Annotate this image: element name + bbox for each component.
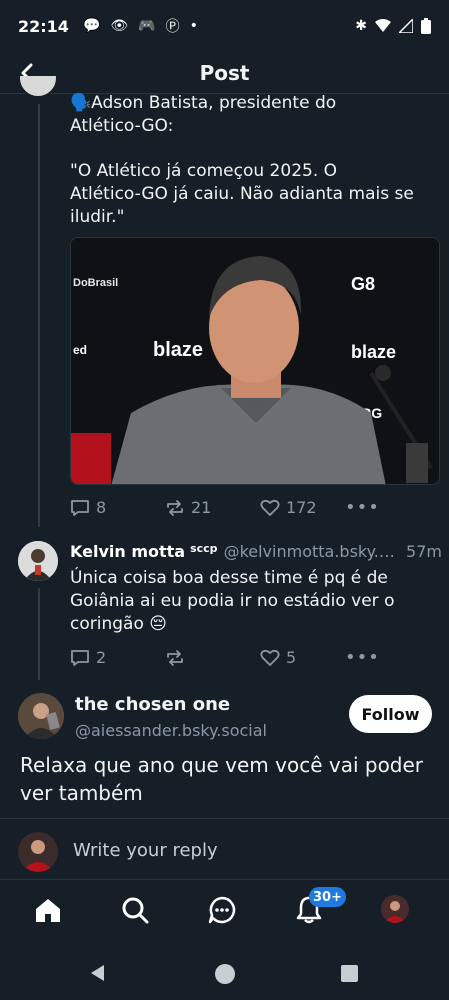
like-button[interactable]: 172 xyxy=(260,498,355,517)
main-post-author-name[interactable]: the chosen one xyxy=(75,694,230,715)
parent-post-quote: "O Atlético já começou 2025. O Atlético-… xyxy=(70,160,440,229)
repost-button[interactable]: 21 xyxy=(165,498,260,517)
tab-profile[interactable] xyxy=(381,895,409,923)
wifi-icon xyxy=(375,19,391,32)
post-line: "O Atlético já começou 2025. O xyxy=(70,161,338,181)
nav-back-button[interactable] xyxy=(88,963,110,985)
sponsor-text: blaze xyxy=(153,339,203,361)
reply-author-name[interactable]: Kelvin motta xyxy=(70,542,185,561)
comment-icon xyxy=(71,499,89,516)
home-icon xyxy=(36,899,60,922)
follow-button[interactable]: Follow xyxy=(349,695,432,733)
status-bar: 22:14 💬 👁 🎮 Ⓟ • ✱ xyxy=(0,0,449,52)
like-count: 5 xyxy=(286,648,297,667)
like-button[interactable]: 5 xyxy=(260,648,355,667)
triangle-back-icon xyxy=(91,965,104,981)
main-post-text: Relaxa que ano que vem você vai poder ve… xyxy=(20,751,435,807)
post-image[interactable]: DoBrasil G8 blaze blaze ed BRG xyxy=(70,237,440,485)
eye-notif-icon: 👁 xyxy=(110,18,129,34)
main-post-author-handle[interactable]: @aiessander.bsky.social xyxy=(75,721,267,740)
repost-button[interactable] xyxy=(165,649,260,667)
heart-icon xyxy=(260,499,280,516)
post-line: ver também xyxy=(20,781,143,805)
heart-icon xyxy=(260,649,280,666)
parent-post-actions: 8 21 172 ••• xyxy=(70,497,440,518)
post-line: Atlético-GO: xyxy=(70,116,174,136)
sponsor-text: G8 xyxy=(351,274,375,294)
thread-line xyxy=(38,104,40,527)
post-line: Única coisa boa desse time é pq é de xyxy=(70,568,388,588)
search-icon xyxy=(122,897,149,924)
tab-chat[interactable] xyxy=(206,894,238,926)
reply-count: 2 xyxy=(96,648,107,667)
reply-text: Única coisa boa desse time é pq é de Goi… xyxy=(70,567,440,636)
battery-icon xyxy=(421,18,431,34)
sponsor-text: DoBrasil xyxy=(73,277,118,289)
reply-author-badge: sccp xyxy=(190,542,218,555)
more-button[interactable]: ••• xyxy=(345,647,385,668)
post-line: Relaxa que ano que vem você vai poder xyxy=(20,753,424,777)
dot-icon: • xyxy=(189,18,198,34)
chat-notif-icon: 💬 xyxy=(82,18,101,34)
notification-icons: 💬 👁 🎮 Ⓟ • xyxy=(83,16,198,36)
notifications-badge: 30+ xyxy=(309,887,346,907)
reply-actions: 2 5 ••• xyxy=(70,647,440,668)
post-line: Goiânia ai eu podia ir no estádio ver o xyxy=(70,591,395,611)
reply-input[interactable]: Write your reply xyxy=(73,840,218,861)
repost-count: 21 xyxy=(191,498,212,517)
sponsor-text: ed xyxy=(73,343,87,357)
nav-recents-button[interactable] xyxy=(341,965,358,982)
post-line: iludir." xyxy=(70,207,125,227)
like-count: 172 xyxy=(286,498,317,517)
system-nav-bar xyxy=(0,945,449,1000)
reply-avatar[interactable] xyxy=(18,541,58,581)
signal-icon xyxy=(399,19,413,33)
reply-author-handle[interactable]: @kelvinmotta.bsky.s... xyxy=(224,542,400,561)
post-line: coringão 😔 xyxy=(70,614,167,634)
composer-avatar xyxy=(18,832,58,872)
reply-header: Kelvin motta sccp @kelvinmotta.bsky.s...… xyxy=(70,542,442,561)
nav-home-button[interactable] xyxy=(215,964,235,984)
playstation-notif-icon: 🎮 xyxy=(138,18,156,34)
reply-count: 8 xyxy=(96,498,107,517)
status-time: 22:14 xyxy=(18,16,69,36)
more-icon: ••• xyxy=(345,497,380,518)
page-title: Post xyxy=(199,60,250,85)
post-line: 🗣️Adson Batista, presidente do xyxy=(70,93,337,113)
bluetooth-icon: ✱ xyxy=(355,18,367,34)
reply-button[interactable]: 2 xyxy=(70,648,165,667)
more-icon: ••• xyxy=(345,647,380,668)
thread-line xyxy=(38,588,40,680)
tab-search[interactable] xyxy=(119,894,151,926)
reply-timestamp: 57m xyxy=(406,542,442,561)
pinterest-notif-icon: Ⓟ xyxy=(165,19,180,35)
repost-icon xyxy=(167,649,183,666)
post-header: Post xyxy=(0,52,449,94)
press-conference-image: DoBrasil G8 blaze blaze ed BRG xyxy=(71,238,439,484)
parent-avatar[interactable] xyxy=(18,76,58,104)
post-line: Atlético-GO já caiu. Não adianta mais se xyxy=(70,184,414,204)
sponsor-text: blaze xyxy=(351,342,396,362)
chat-icon xyxy=(208,896,236,924)
parent-post-text: 🗣️Adson Batista, presidente do Atlético-… xyxy=(70,92,440,138)
tab-home[interactable] xyxy=(32,894,64,926)
more-button[interactable]: ••• xyxy=(345,497,385,518)
repost-icon xyxy=(167,499,183,516)
system-icons: ✱ xyxy=(355,18,431,34)
comment-icon xyxy=(71,649,89,666)
reply-button[interactable]: 8 xyxy=(70,498,165,517)
main-post-avatar[interactable] xyxy=(18,693,64,739)
reply-composer[interactable] xyxy=(0,819,449,879)
